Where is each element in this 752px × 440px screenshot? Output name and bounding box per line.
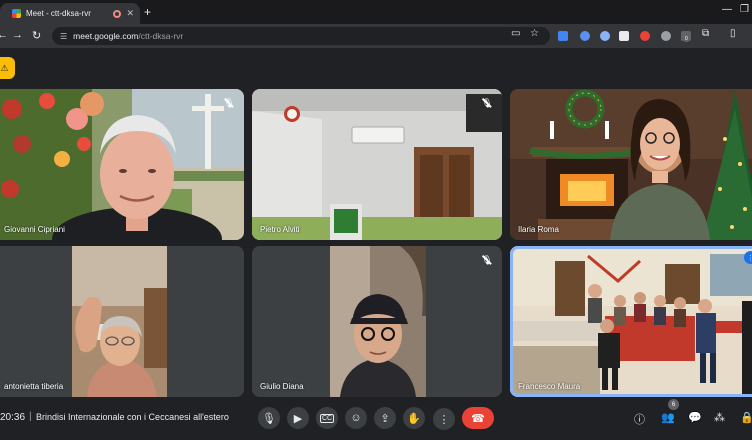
- participant-tile-antonietta-tiberia[interactable]: antonietta tiberia: [0, 246, 244, 397]
- participant-tile-giovanni-cipriani[interactable]: 🎙 Giovanni Cipriani: [0, 89, 244, 240]
- microphone-icon: 🎙: [262, 412, 276, 425]
- mic-off-icon: 🎙: [480, 96, 494, 110]
- bookmark-star-icon[interactable]: ☆: [530, 28, 539, 39]
- participant-tile-francesco-maura[interactable]: ⋮ Francesco Maura: [510, 246, 752, 397]
- meeting-info-separator: |: [29, 411, 32, 422]
- extension-browser-icon[interactable]: [580, 31, 590, 41]
- extension-badge-count: 0: [684, 36, 689, 42]
- leave-call-button[interactable]: ☎: [462, 407, 494, 429]
- camera-icon: ▶: [293, 412, 303, 425]
- meeting-details-icon[interactable]: ⓘ: [634, 411, 645, 427]
- participant-name: Pietro Alviti: [260, 225, 300, 234]
- hangup-phone-icon: ☎: [471, 412, 485, 425]
- forward-icon[interactable]: →: [12, 29, 23, 41]
- camera-toggle-button[interactable]: ▶: [287, 407, 309, 429]
- new-tab-button[interactable]: +: [144, 5, 151, 19]
- participant-name: antonietta tiberia: [4, 382, 64, 391]
- closed-captions-icon: CC: [319, 413, 335, 423]
- microphone-toggle-button[interactable]: 🎙: [258, 407, 280, 429]
- extensions-puzzle-icon[interactable]: ⧉: [702, 28, 709, 39]
- chat-icon[interactable]: 💬: [688, 411, 702, 424]
- recording-indicator-icon: [113, 9, 122, 18]
- mic-off-icon: 🎙: [480, 253, 494, 267]
- maximize-button[interactable]: ❐: [740, 4, 749, 15]
- captions-button[interactable]: CC: [316, 407, 338, 429]
- meet-top-area: ⚠: [0, 48, 752, 88]
- shield-off-icon: ⚠: [0, 62, 9, 73]
- more-vertical-icon: ⋮: [438, 413, 450, 426]
- extension-grid-icon[interactable]: [661, 31, 671, 41]
- minimize-button[interactable]: —: [722, 4, 732, 15]
- extension-audio-icon[interactable]: [558, 31, 568, 41]
- hand-icon: ✋: [407, 412, 421, 425]
- site-info-icon[interactable]: ☰: [60, 32, 67, 41]
- participant-name: Francesco Maura: [518, 382, 581, 391]
- address-url: meet.google.com/ctt-dksa-rvr: [73, 31, 184, 41]
- emoji-icon: ☺: [350, 412, 362, 424]
- participant-video: [510, 246, 752, 397]
- participant-tile-pietro-alviti[interactable]: 🎙 Pietro Alviti: [252, 89, 502, 240]
- address-bar[interactable]: ☰ meet.google.com/ctt-dksa-rvr: [52, 27, 550, 45]
- participant-name: Giovanni Cipriani: [4, 225, 65, 234]
- browser-tab-strip: Meet - ctt-dksa-rvr ✕ + — ❐: [0, 0, 752, 24]
- participant-video: [252, 89, 502, 240]
- reactions-button[interactable]: ☺: [345, 407, 367, 429]
- present-screen-icon: ⇪: [380, 412, 390, 425]
- participant-tile-giulio-diana[interactable]: 🎙 Giulio Diana: [252, 246, 502, 397]
- participant-tile-ilaria-roma[interactable]: Ilaria Roma: [510, 89, 752, 240]
- extension-notes-icon[interactable]: [619, 31, 629, 41]
- raise-hand-button[interactable]: ✋: [403, 407, 425, 429]
- participant-video: [0, 246, 244, 397]
- browser-toolbar: ← → ↻ ☰ meet.google.com/ctt-dksa-rvr ▭ ☆…: [0, 24, 752, 48]
- side-panel-icon[interactable]: ▯: [730, 28, 736, 39]
- people-count-badge: 6: [668, 399, 679, 410]
- reload-icon[interactable]: ↻: [32, 29, 41, 42]
- extension-record-icon[interactable]: [640, 31, 650, 41]
- tab-title: Meet - ctt-dksa-rvr: [26, 9, 91, 18]
- participant-name: Ilaria Roma: [518, 225, 559, 234]
- host-controls-icon[interactable]: 🔒: [740, 411, 752, 424]
- meeting-clock: 20:36: [0, 412, 26, 423]
- activities-icon[interactable]: ⁂: [714, 411, 725, 424]
- back-icon[interactable]: ←: [0, 29, 8, 41]
- meet-control-bar: 20:36 | Brindisi Internazionale con i Ce…: [0, 398, 752, 440]
- mic-off-icon: 🎙: [222, 96, 236, 110]
- security-warning-chip[interactable]: ⚠: [0, 57, 15, 79]
- people-icon[interactable]: 👥: [661, 411, 675, 424]
- meeting-title: Brindisi Internazionale con i Ceccanesi …: [36, 412, 229, 422]
- more-options-button[interactable]: ⋮: [433, 408, 455, 430]
- participant-name: Giulio Diana: [260, 382, 304, 391]
- participant-video: [0, 89, 244, 240]
- speaking-indicator-icon: ⋮: [744, 251, 752, 264]
- cast-icon[interactable]: ▭: [511, 28, 520, 39]
- participant-video: [510, 89, 752, 240]
- browser-tab-meet[interactable]: Meet - ctt-dksa-rvr ✕: [0, 3, 140, 24]
- present-screen-button[interactable]: ⇪: [374, 407, 396, 429]
- participant-video: [252, 246, 502, 397]
- extension-shield-icon[interactable]: [600, 31, 610, 41]
- meet-favicon-icon: [12, 9, 21, 18]
- tab-close-icon[interactable]: ✕: [126, 8, 134, 19]
